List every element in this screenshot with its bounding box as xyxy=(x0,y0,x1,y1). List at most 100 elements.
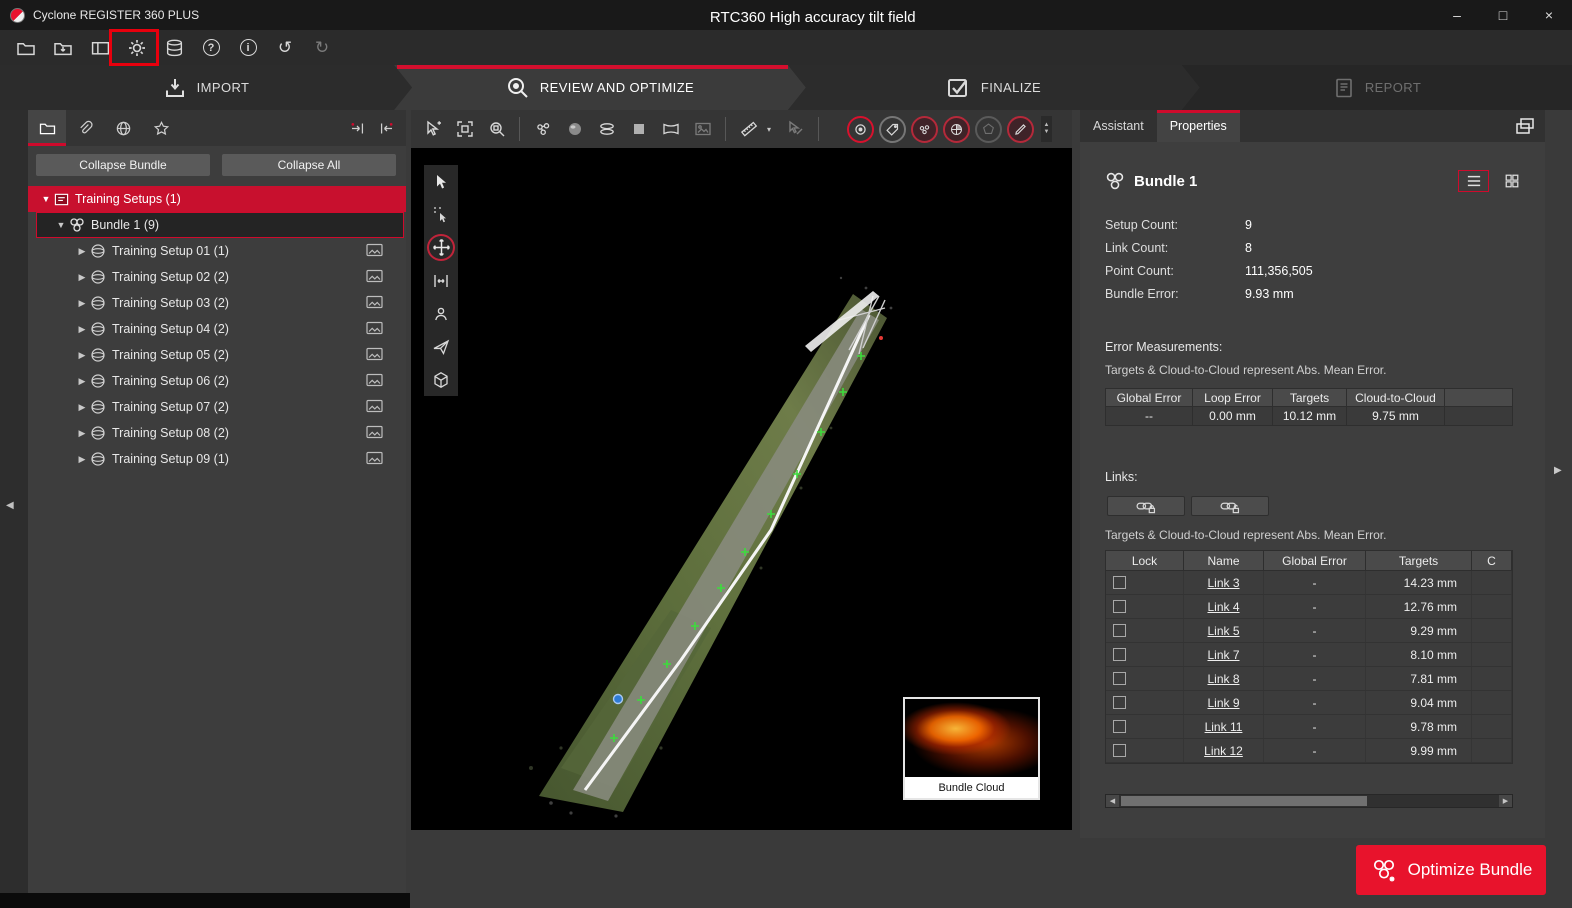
tree-item-setup[interactable]: ▶ Training Setup 04 (2) xyxy=(28,316,406,342)
link-row[interactable]: Link 3 - 14.23 mm xyxy=(1106,571,1512,595)
point-cloud-icon[interactable] xyxy=(529,116,556,143)
cube-view-tool-icon[interactable] xyxy=(424,363,458,396)
toolbar-overflow-scroll[interactable]: ▲▼ xyxy=(1041,116,1052,142)
undo-icon[interactable]: ↺ xyxy=(273,36,297,60)
cloud-visibility-toggle[interactable] xyxy=(911,116,938,143)
setup-image-icon[interactable] xyxy=(366,295,383,309)
link-row[interactable]: Link 8 - 7.81 mm xyxy=(1106,667,1512,691)
tree-item-setup[interactable]: ▶ Training Setup 09 (1) xyxy=(28,446,406,472)
setup-image-icon[interactable] xyxy=(366,321,383,335)
plane-icon[interactable] xyxy=(625,116,652,143)
pick-select-icon[interactable] xyxy=(424,198,458,231)
maximize-button[interactable]: □ xyxy=(1480,0,1526,30)
scrollbar-thumb[interactable] xyxy=(1121,796,1367,806)
lock-checkbox[interactable] xyxy=(1113,696,1126,709)
viewport-3d[interactable]: ▾ ▲▼ xyxy=(411,110,1072,830)
link-name[interactable]: Link 9 xyxy=(1207,696,1239,710)
setup-view-tool-icon[interactable] xyxy=(424,297,458,330)
minimize-button[interactable]: – xyxy=(1434,0,1480,30)
link-row[interactable]: Link 11 - 9.78 mm xyxy=(1106,715,1512,739)
settings-gear-icon[interactable] xyxy=(125,36,149,60)
scroll-left-icon[interactable]: ◀ xyxy=(1106,795,1119,807)
unlock-links-button[interactable] xyxy=(1191,496,1269,516)
geometry-visibility-toggle[interactable] xyxy=(975,116,1002,143)
expand-chevron-icon[interactable]: ▶ xyxy=(74,350,90,361)
expand-chevron-icon[interactable]: ▶ xyxy=(74,272,90,283)
link-name[interactable]: Link 4 xyxy=(1207,600,1239,614)
tab-project-tree[interactable] xyxy=(28,110,66,146)
sphere-visibility-toggle[interactable] xyxy=(943,116,970,143)
undock-panel-icon[interactable] xyxy=(1505,110,1545,142)
link-name[interactable]: Link 11 xyxy=(1205,720,1243,734)
setup-image-icon[interactable] xyxy=(366,347,383,361)
link-name[interactable]: Link 12 xyxy=(1204,744,1243,758)
link-name[interactable]: Link 7 xyxy=(1207,648,1239,662)
sphere-icon[interactable] xyxy=(561,116,588,143)
tree-item-setup[interactable]: ▶ Training Setup 05 (2) xyxy=(28,342,406,368)
expand-chevron-icon[interactable]: ▶ xyxy=(74,324,90,335)
workflow-step-import[interactable]: IMPORT xyxy=(0,65,412,110)
list-view-button[interactable] xyxy=(1458,170,1489,192)
tree-item-setup[interactable]: ▶ Training Setup 07 (2) xyxy=(28,394,406,420)
collapse-left-panel-icon[interactable]: ◀ xyxy=(6,500,14,511)
open-project-icon[interactable] xyxy=(14,36,38,60)
link-row[interactable]: Link 5 - 9.29 mm xyxy=(1106,619,1512,643)
ruler-dropdown-chevron-icon[interactable]: ▾ xyxy=(767,125,777,134)
tab-properties[interactable]: Properties xyxy=(1157,110,1240,142)
tree-item-setup[interactable]: ▶ Training Setup 08 (2) xyxy=(28,420,406,446)
label-visibility-toggle[interactable] xyxy=(879,116,906,143)
link-row[interactable]: Link 12 - 9.99 mm xyxy=(1106,739,1512,763)
expand-chevron-icon[interactable]: ▶ xyxy=(74,376,90,387)
tree-item-training-setups[interactable]: ▼ Training Setups (1) xyxy=(28,186,406,212)
lock-checkbox[interactable] xyxy=(1113,672,1126,685)
setup-image-icon[interactable] xyxy=(366,269,383,283)
optimize-bundle-button[interactable]: Optimize Bundle xyxy=(1356,845,1546,895)
link-name[interactable]: Link 8 xyxy=(1207,672,1239,686)
lock-checkbox[interactable] xyxy=(1113,576,1126,589)
collapse-all-button[interactable]: Collapse All xyxy=(222,154,396,176)
setup-image-icon[interactable] xyxy=(366,399,383,413)
annotation-pen-toggle[interactable] xyxy=(1007,116,1034,143)
measure-ruler-icon[interactable] xyxy=(735,116,762,143)
setup-image-icon[interactable] xyxy=(366,243,383,257)
expand-chevron-icon[interactable]: ▶ xyxy=(74,298,90,309)
pan-move-tool-icon[interactable] xyxy=(424,231,458,264)
bundle-cloud-thumbnail[interactable]: Bundle Cloud xyxy=(903,697,1040,800)
expand-chevron-icon[interactable]: ▶ xyxy=(74,402,90,413)
lock-checkbox[interactable] xyxy=(1113,624,1126,637)
scroll-right-icon[interactable]: ▶ xyxy=(1499,795,1512,807)
expand-right-panel-icon[interactable]: ▶ xyxy=(1554,465,1562,476)
grid-view-button[interactable] xyxy=(1496,170,1527,192)
align-center-tool-icon[interactable] xyxy=(424,264,458,297)
links-table-scrollbar[interactable]: ◀ ▶ xyxy=(1105,794,1513,808)
lock-checkbox[interactable] xyxy=(1113,744,1126,757)
lock-checkbox[interactable] xyxy=(1113,600,1126,613)
redo-icon[interactable]: ↻ xyxy=(310,36,334,60)
expand-chevron-icon[interactable]: ▶ xyxy=(74,454,90,465)
workflow-step-report[interactable]: REPORT xyxy=(1182,65,1572,110)
link-row[interactable]: Link 4 - 12.76 mm xyxy=(1106,595,1512,619)
expand-chevron-icon[interactable]: ▼ xyxy=(53,220,69,230)
lock-links-button[interactable] xyxy=(1107,496,1185,516)
help-icon[interactable]: ? xyxy=(199,36,223,60)
link-row[interactable]: Link 9 - 9.04 mm xyxy=(1106,691,1512,715)
panorama-icon[interactable] xyxy=(657,116,684,143)
import-folder-icon[interactable] xyxy=(51,36,75,60)
setup-image-icon[interactable] xyxy=(366,425,383,439)
collapse-bundle-button[interactable]: Collapse Bundle xyxy=(36,154,210,176)
select-cursor-icon[interactable] xyxy=(424,165,458,198)
dock-panel-left-icon[interactable] xyxy=(344,115,370,141)
fit-view-icon[interactable] xyxy=(451,116,478,143)
tree-item-bundle[interactable]: ▼ Bundle 1 (9) xyxy=(36,212,404,238)
info-icon[interactable]: i xyxy=(236,36,260,60)
expand-chevron-icon[interactable]: ▶ xyxy=(74,428,90,439)
tree-item-setup[interactable]: ▶ Training Setup 01 (1) xyxy=(28,238,406,264)
workflow-step-finalize[interactable]: FINALIZE xyxy=(788,65,1200,110)
tab-assistant[interactable]: Assistant xyxy=(1080,110,1157,142)
cloud-stack-icon[interactable] xyxy=(593,116,620,143)
link-name[interactable]: Link 3 xyxy=(1207,576,1239,590)
setup-image-icon[interactable] xyxy=(366,373,383,387)
link-row[interactable]: Link 7 - 8.10 mm xyxy=(1106,643,1512,667)
setup-image-icon[interactable] xyxy=(366,451,383,465)
lock-checkbox[interactable] xyxy=(1113,720,1126,733)
